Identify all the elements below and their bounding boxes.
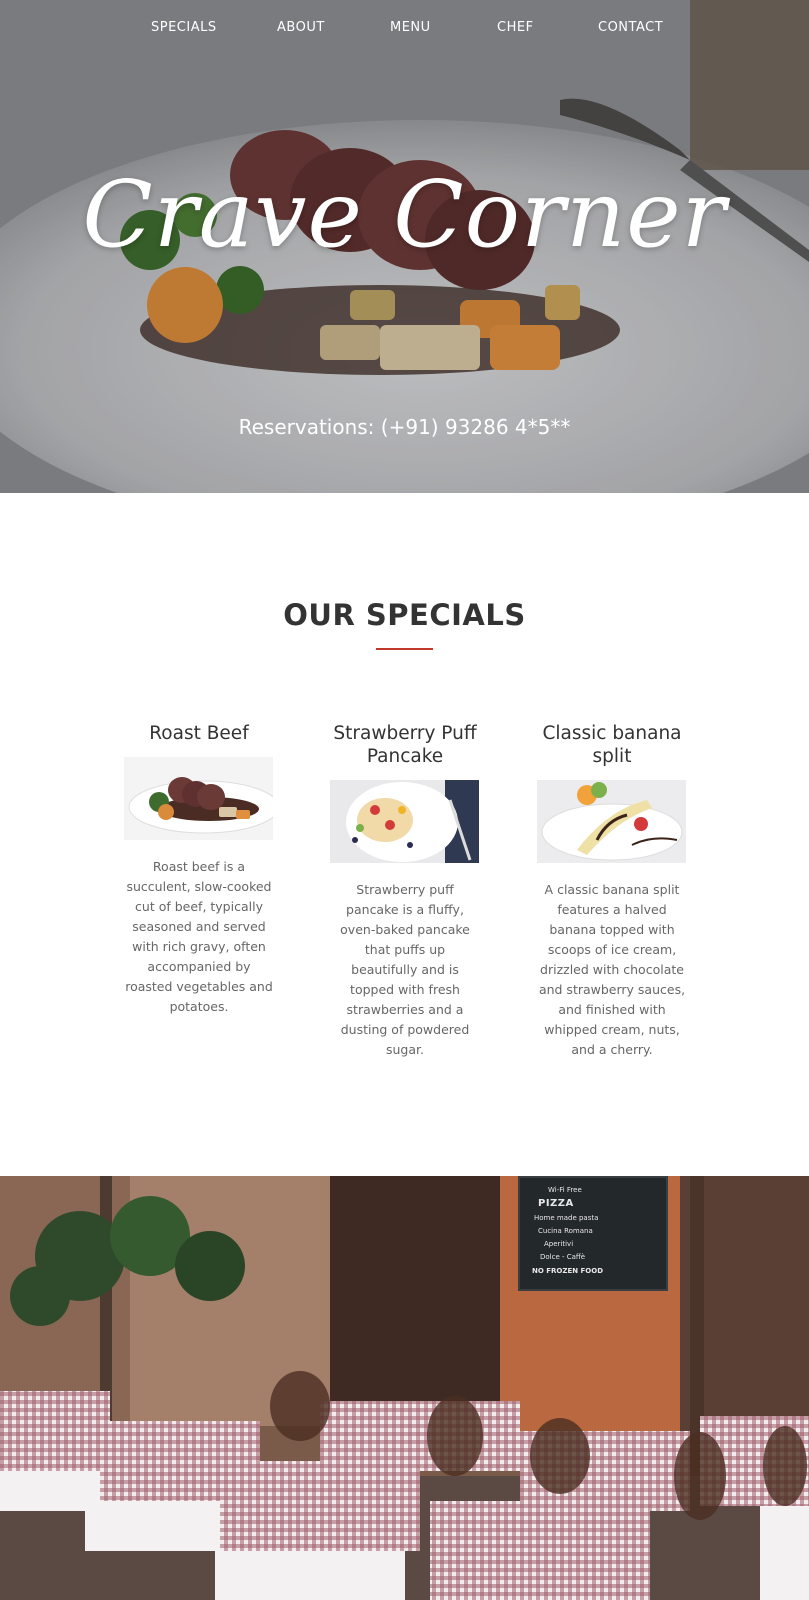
special-title: Classic banana split [542, 723, 682, 767]
nav-link-menu[interactable]: MENU [390, 20, 431, 35]
menu-board-line: Aperitivi [544, 1240, 574, 1248]
special-card-strawberry-puff-pancake: Strawberry Puff Pancake Strawberry puff … [330, 722, 480, 1060]
special-description: Strawberry puff pancake is a fluffy, ove… [340, 882, 470, 1057]
menu-board-line: Home made pasta [534, 1214, 599, 1222]
main-nav: SPECIALS ABOUT MENU CHEF CONTACT [0, 20, 809, 40]
nav-link-chef[interactable]: CHEF [497, 20, 534, 35]
heading-divider [376, 648, 433, 650]
menu-board-line: Wi-Fi Free [548, 1186, 582, 1194]
special-title: Strawberry Puff Pancake [333, 723, 477, 767]
strawberry-pancake-image [330, 780, 479, 863]
special-description: Roast beef is a succulent, slow-cooked c… [125, 859, 273, 1014]
special-card-banana-split: Classic banana split A classic banana sp… [537, 722, 687, 1060]
menu-board-line: Dolce - Caffè [540, 1253, 586, 1261]
nav-link-about[interactable]: ABOUT [277, 20, 325, 35]
site-title: Crave Corner [82, 161, 727, 268]
banana-split-image [537, 780, 686, 863]
restaurant-photo: Wi-Fi Free PIZZA Home made pasta Cucina … [0, 1176, 809, 1600]
menu-board-line: PIZZA [538, 1198, 574, 1209]
specials-heading: OUR SPECIALS [283, 598, 526, 632]
special-description: A classic banana split features a halved… [538, 882, 686, 1057]
menu-board-line: NO FROZEN FOOD [532, 1267, 604, 1275]
special-title: Roast Beef [149, 723, 249, 744]
cafe-scene-illustration [0, 1176, 809, 1600]
roast-beef-image [124, 757, 273, 840]
special-card-roast-beef: Roast Beef Roast beef is a succulent, sl… [124, 722, 274, 1017]
reservations-text: Reservations: (+91) 93286 4*5** [238, 415, 571, 439]
menu-board-line: Cucina Romana [538, 1227, 593, 1235]
hero-banner: SPECIALS ABOUT MENU CHEF CONTACT Crave C… [0, 0, 809, 493]
nav-link-specials[interactable]: SPECIALS [151, 20, 217, 35]
chalk-menu-board: Wi-Fi Free PIZZA Home made pasta Cucina … [518, 1176, 668, 1291]
nav-link-contact[interactable]: CONTACT [598, 20, 663, 35]
